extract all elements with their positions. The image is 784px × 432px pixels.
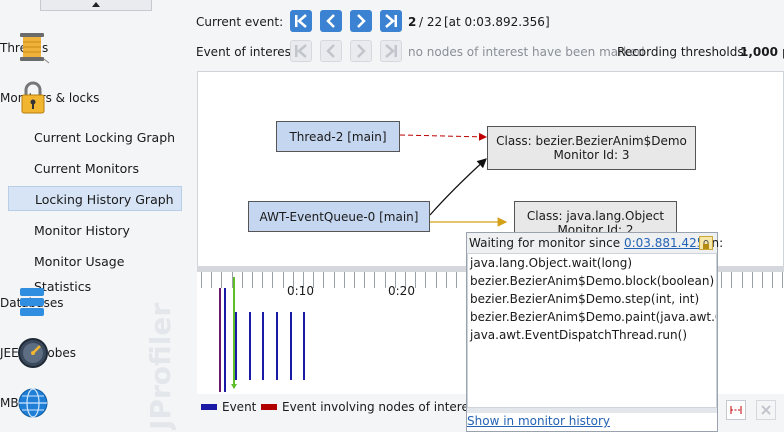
legend-item-event: Event [201, 400, 256, 414]
owning-edge [429, 158, 487, 216]
stack-frame: bezier.BezierAnim$Demo.step(int, int) [470, 292, 700, 306]
fit-width-icon [730, 406, 742, 414]
stack-frame: bezier.BezierAnim$Demo.paint(java.awt.Gr… [470, 310, 716, 324]
sidebar-item-current-locking-graph[interactable]: Current Locking Graph [8, 125, 182, 150]
waiting-edge [399, 132, 487, 141]
next-event-button[interactable] [350, 10, 372, 32]
chevron-right-icon [357, 44, 366, 58]
sidebar-scroll-up-button[interactable] [40, 0, 152, 11]
view-sidebar: Threads Monitors & locks Current Locking… [0, 0, 192, 432]
skip-to-last-icon [385, 44, 397, 58]
monitor-node-bezier-demo[interactable]: Class: bezier.BezierAnim$Demo Monitor Id… [487, 126, 696, 170]
show-in-monitor-history-link[interactable]: Show in monitor history [467, 414, 610, 428]
clear-button[interactable] [756, 400, 776, 420]
thread-node-label: AWT-EventQueue-0 [main] [259, 209, 419, 224]
gauge-icon [18, 338, 48, 368]
first-event-button[interactable] [290, 10, 312, 32]
monitor-wait-popup: Waiting for monitor since 0:03.881.425 i… [466, 232, 723, 432]
chevron-up-icon [92, 2, 100, 7]
previous-interest-event-button[interactable] [320, 40, 342, 62]
legend-item-event-of-interest: Event involving nodes of interest [261, 400, 480, 414]
sidebar-item-monitor-history[interactable]: Monitor History [8, 218, 182, 243]
popup-header-prefix: Waiting for monitor since [469, 236, 621, 250]
thread-node-label: Thread-2 [main] [289, 129, 387, 144]
popup-header-time-link[interactable]: 0:03.881.425 [624, 236, 704, 250]
sidebar-category-label: Monitors & locks [0, 91, 100, 105]
recording-thresholds-label: Recording thresholds: [617, 45, 748, 59]
popup-footer: Show in monitor history [467, 414, 717, 431]
legend-label: Event involving nodes of interest [282, 400, 480, 414]
sidebar-item-locking-history-graph[interactable]: Locking History Graph [8, 186, 182, 211]
last-interest-event-button[interactable] [380, 40, 402, 62]
legend-swatch [201, 404, 217, 410]
skip-to-last-icon [385, 14, 397, 28]
current-event-position: 2 [408, 15, 417, 29]
svg-text:JProfiler: JProfiler [144, 303, 177, 430]
skip-to-first-icon [295, 14, 307, 28]
recording-thresholds-value: 1,000 μ [740, 45, 784, 59]
zoom-to-fit-button[interactable] [726, 400, 746, 420]
monitor-class-label: Class: bezier.BezierAnim$Demo [496, 134, 687, 148]
current-event-label: Current event: [196, 15, 284, 29]
chevron-right-icon [357, 14, 366, 28]
legend-swatch [261, 404, 277, 410]
last-event-button[interactable] [380, 10, 402, 32]
stack-frame: java.lang.Object.wait(long) [470, 256, 633, 270]
monitor-class-label: Class: java.lang.Object [526, 209, 665, 223]
sidebar-category-threads[interactable]: Threads [0, 28, 191, 68]
no-nodes-of-interest-text: no nodes of interest have been marked [408, 45, 645, 59]
chevron-left-icon [326, 14, 335, 28]
pin-popup-button[interactable] [699, 236, 713, 250]
monitor-id-label: Monitor Id: 3 [553, 148, 630, 162]
globe-icon [18, 388, 48, 418]
first-interest-event-button[interactable] [290, 40, 312, 62]
popup-header: Waiting for monitor since 0:03.881.425 i… [467, 233, 723, 253]
thread-spool-icon [20, 33, 50, 64]
current-event-cursor-arrow [231, 384, 237, 389]
database-icon [20, 288, 44, 316]
popup-horizontal-scrollbar[interactable] [467, 408, 717, 413]
stack-frame: java.awt.EventDispatchThread.run() [470, 328, 688, 342]
sidebar-item-current-monitors[interactable]: Current Monitors [8, 156, 182, 181]
skip-to-first-icon [295, 44, 307, 58]
stack-frame: bezier.BezierAnim$Demo.block(boolean) [470, 274, 715, 288]
event-of-interest-label: Event of interest: [196, 45, 300, 59]
jprofiler-watermark-logo: JProfiler [144, 303, 177, 430]
padlock-icon [21, 81, 45, 114]
legend-label: Event [222, 400, 257, 414]
sidebar-category-monitors-locks[interactable]: Monitors & locks [0, 78, 191, 118]
chevron-left-icon [326, 44, 335, 58]
thread-node-awt-eventqueue[interactable]: AWT-EventQueue-0 [main] [248, 201, 430, 232]
current-event-time: [at 0:03.892.356] [444, 15, 550, 29]
current-event-total: / 22 [419, 15, 443, 29]
next-interest-event-button[interactable] [350, 40, 372, 62]
close-icon [761, 405, 771, 415]
previous-event-button[interactable] [320, 10, 342, 32]
stack-trace-list: java.lang.Object.wait(long) bezier.Bezie… [467, 253, 717, 408]
lock-icon [703, 240, 709, 249]
thread-node-thread-2[interactable]: Thread-2 [main] [276, 121, 400, 152]
